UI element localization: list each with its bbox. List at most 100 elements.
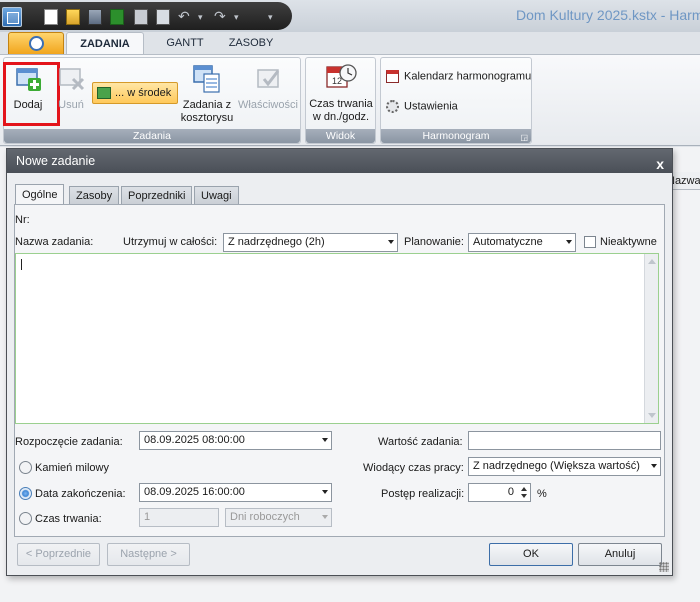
chevron-down-icon — [388, 240, 394, 244]
task-value-input[interactable] — [468, 431, 661, 450]
ribbon-tabs: ZADANIA GANTT ZASOBY — [0, 32, 700, 54]
redo-dropdown-icon[interactable]: ▾ — [234, 12, 239, 23]
dialog-launcher-icon[interactable]: ◲ — [520, 133, 528, 142]
keep-whole-select[interactable]: Z nadrzędnego (2h) — [223, 233, 398, 252]
end-date-picker[interactable]: 08.09.2025 16:00:00 — [139, 483, 332, 502]
progress-stepper[interactable]: 0 — [468, 483, 531, 502]
task-name-textarea[interactable] — [15, 253, 659, 424]
tab-zasoby[interactable]: ZASOBY — [222, 32, 280, 54]
clock-icon — [29, 36, 44, 51]
new-task-dialog: Nowe zadanie x Ogólne Zasoby Poprzedniki… — [6, 148, 673, 576]
delete-task-label: Usuń — [58, 99, 84, 111]
window-title: Dom Kultury 2025.kstx - Harm — [516, 7, 700, 23]
spin-down-icon[interactable] — [521, 494, 527, 498]
undo-dropdown-icon[interactable]: ▾ — [198, 12, 203, 23]
start-date-value: 08.09.2025 08:00:00 — [144, 434, 245, 446]
percent-unit: % — [537, 488, 547, 500]
chevron-down-icon — [322, 490, 328, 494]
check-icon[interactable] — [110, 9, 124, 25]
planning-label: Planowanie: — [404, 236, 464, 248]
highlight-frame — [3, 62, 60, 126]
svg-text:12: 12 — [332, 76, 342, 86]
task-name-label: Nazwa zadania: — [15, 236, 94, 248]
cancel-button[interactable]: Anuluj — [578, 543, 662, 566]
schedule-calendar-label: Kalendarz harmonogramu — [404, 70, 532, 83]
app-icon[interactable] — [2, 7, 22, 27]
milestone-label: Kamień milowy — [35, 462, 109, 474]
dialog-title-bar: Nowe zadanie x — [7, 149, 672, 173]
chevron-down-icon — [566, 240, 572, 244]
calendar-icon — [386, 70, 399, 83]
start-date-picker[interactable]: 08.09.2025 08:00:00 — [139, 431, 332, 450]
calendar-clock-icon: 12 — [326, 64, 357, 88]
gear-icon — [386, 100, 399, 113]
next-button[interactable]: Następne > — [107, 543, 190, 566]
tab-zasoby-dialog[interactable]: Zasoby — [69, 186, 120, 205]
duration-label: Czas trwania: — [35, 513, 102, 525]
chevron-down-icon — [322, 438, 328, 442]
planning-select[interactable]: Automatyczne — [468, 233, 576, 252]
milestone-radio[interactable] — [19, 461, 32, 474]
settings-button[interactable]: Ustawienia — [386, 100, 458, 113]
text-caret — [21, 259, 22, 270]
duration-view-button[interactable]: 12 Czas trwania w dn./godz. — [307, 62, 375, 124]
new-file-icon[interactable] — [44, 9, 58, 25]
duration-view-label: Czas trwania w dn./godz. — [309, 98, 373, 123]
duration-radio[interactable] — [19, 512, 32, 525]
quick-access-toolbar: ↶ ▾ ↷ ▾ ▾ — [0, 2, 292, 30]
insert-middle-label: ... w środek — [115, 87, 172, 99]
insert-middle-icon — [97, 87, 111, 99]
keep-whole-label: Utrzymuj w całości: — [123, 236, 218, 248]
print-preview-icon[interactable] — [156, 9, 170, 25]
end-date-radio[interactable] — [19, 487, 32, 500]
settings-label: Ustawienia — [404, 100, 458, 113]
duration-unit-select[interactable]: Dni roboczych — [225, 508, 332, 527]
tab-ogolne[interactable]: Ogólne — [15, 184, 65, 206]
end-date-label: Data zakończenia: — [35, 488, 126, 500]
insert-middle-button[interactable]: ... w środek — [92, 82, 178, 104]
leading-worktime-value: Z nadrzędnego (Większa wartość) — [473, 460, 640, 472]
leading-worktime-select[interactable]: Z nadrzędnego (Większa wartość) — [468, 457, 661, 476]
print-icon[interactable] — [134, 9, 148, 25]
save-icon[interactable] — [88, 9, 102, 25]
end-date-value: 08.09.2025 16:00:00 — [144, 486, 245, 498]
tab-poprzedniki[interactable]: Poprzedniki — [121, 186, 193, 205]
schedule-calendar-button[interactable]: Kalendarz harmonogramu — [386, 70, 531, 83]
file-menu-button[interactable] — [8, 32, 64, 54]
tab-zadania[interactable]: ZADANIA — [66, 32, 144, 54]
nr-label: Nr: — [15, 214, 30, 226]
progress-value: 0 — [507, 486, 514, 498]
textarea-scrollbar[interactable] — [644, 254, 658, 423]
tab-gantt[interactable]: GANTT — [160, 32, 210, 54]
inactive-checkbox[interactable] — [584, 236, 596, 248]
undo-icon[interactable]: ↶ — [178, 8, 190, 25]
delete-task-icon — [59, 68, 85, 91]
previous-button[interactable]: < Poprzednie — [17, 543, 100, 566]
redo-icon[interactable]: ↷ — [214, 8, 226, 25]
properties-button[interactable]: Właściwości — [238, 64, 298, 116]
dialog-title: Nowe zadanie — [16, 154, 96, 168]
ok-button[interactable]: OK — [489, 543, 573, 566]
resize-grip-icon[interactable] — [659, 562, 669, 572]
spin-up-icon[interactable] — [521, 487, 527, 491]
duration-unit-value: Dni roboczych — [230, 511, 300, 523]
open-folder-icon[interactable] — [66, 9, 80, 25]
tasks-from-estimate-button[interactable]: Zadania z kosztorysu — [178, 64, 236, 124]
delete-task-button[interactable]: Usuń — [56, 64, 86, 116]
task-value-label: Wartość zadania: — [378, 436, 463, 448]
close-icon[interactable]: x — [656, 152, 664, 176]
group-zadania-label: Zadania — [4, 129, 300, 143]
chevron-down-icon — [651, 464, 657, 468]
keep-whole-value: Z nadrzędnego (2h) — [228, 236, 325, 248]
planning-value: Automatyczne — [473, 236, 543, 248]
customize-toolbar-icon[interactable]: ▾ — [268, 12, 273, 23]
group-widok-label: Widok — [306, 129, 375, 143]
properties-label: Właściwości — [238, 99, 298, 111]
duration-input[interactable]: 1 — [139, 508, 219, 527]
estimate-icon — [193, 65, 220, 93]
chevron-down-icon — [322, 515, 328, 519]
leading-worktime-label: Wiodący czas pracy: — [363, 462, 464, 474]
progress-label: Postęp realizacji: — [381, 488, 465, 500]
tab-uwagi[interactable]: Uwagi — [194, 186, 239, 205]
tasks-from-estimate-label: Zadania z kosztorysu — [180, 99, 234, 124]
